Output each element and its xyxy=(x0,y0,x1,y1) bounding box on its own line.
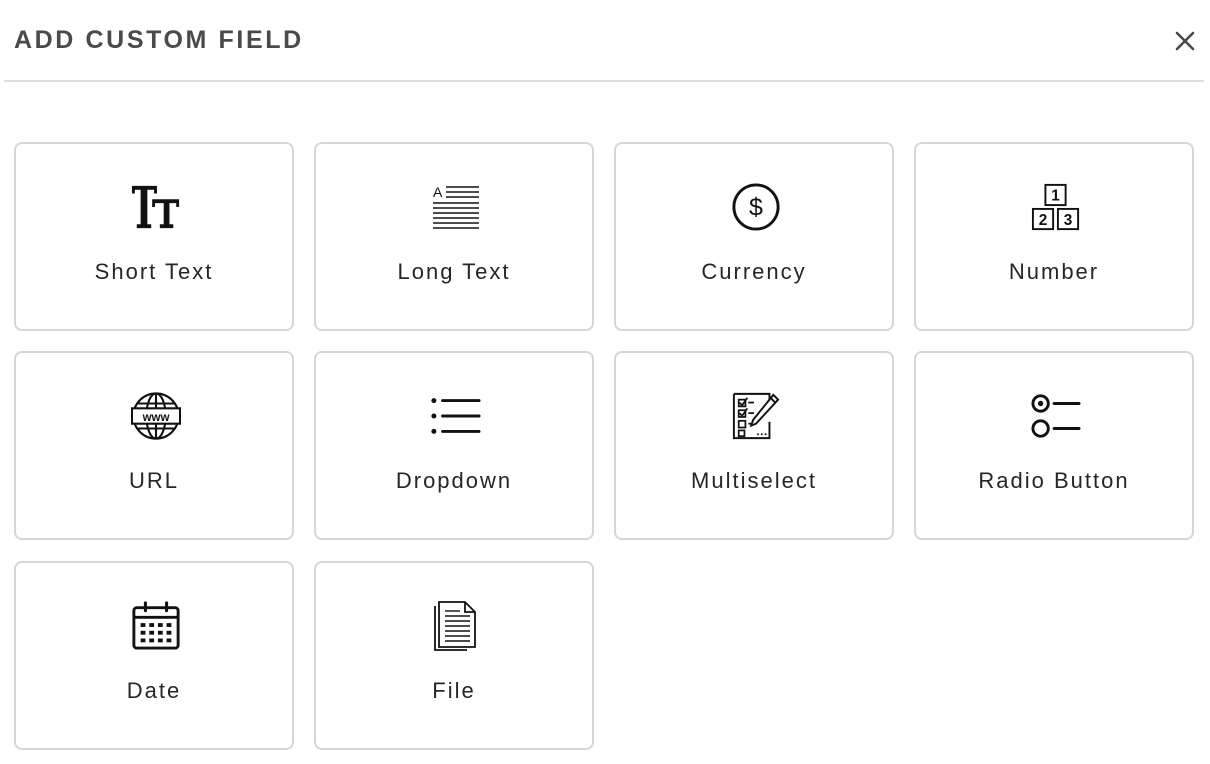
field-card-url[interactable]: www URL xyxy=(14,351,294,540)
field-card-number[interactable]: 1 2 3 Number xyxy=(914,142,1194,331)
globe-www-icon: www xyxy=(131,391,181,441)
radio-options-icon xyxy=(1031,391,1081,441)
field-label: URL xyxy=(128,468,179,493)
svg-text:3: 3 xyxy=(1064,212,1073,229)
field-card-dropdown[interactable]: Dropdown xyxy=(314,351,594,540)
field-card-long-text[interactable]: A Long Text xyxy=(314,142,594,331)
svg-text:$: $ xyxy=(749,194,763,222)
field-label: Short Text xyxy=(94,259,214,284)
field-card-file[interactable]: File xyxy=(314,561,594,750)
svg-text:2: 2 xyxy=(1039,212,1048,229)
dollar-circle-icon: $ xyxy=(731,182,781,232)
field-label: Multiselect xyxy=(691,468,817,493)
field-label: Radio Button xyxy=(978,468,1130,493)
dialog-header: ADD CUSTOM FIELD xyxy=(4,0,1204,82)
field-label: Currency xyxy=(701,259,807,284)
field-card-short-text[interactable]: Short Text xyxy=(14,142,294,331)
add-custom-field-dialog: ADD CUSTOM FIELD Short Text A Long Text … xyxy=(0,0,1210,764)
field-label: Long Text xyxy=(397,259,511,284)
field-card-date[interactable]: Date xyxy=(14,561,294,750)
dialog-title: ADD CUSTOM FIELD xyxy=(14,26,304,54)
paragraph-text-icon: A xyxy=(431,182,481,232)
field-label: File xyxy=(432,678,476,703)
number-blocks-icon: 1 2 3 xyxy=(1031,182,1081,232)
svg-text:www: www xyxy=(142,412,170,424)
field-label: Dropdown xyxy=(395,468,513,493)
field-label: Date xyxy=(126,678,182,703)
close-icon xyxy=(1175,31,1195,51)
field-card-currency[interactable]: $ Currency xyxy=(614,142,894,331)
field-card-radio-button[interactable]: Radio Button xyxy=(914,351,1194,540)
text-size-icon xyxy=(131,182,181,232)
checklist-pencil-icon xyxy=(731,391,781,441)
field-label: Number xyxy=(1008,259,1100,284)
calendar-icon xyxy=(131,601,181,651)
field-card-multiselect[interactable]: Multiselect xyxy=(614,351,894,540)
document-icon xyxy=(431,601,481,651)
svg-text:A: A xyxy=(433,184,443,200)
close-button[interactable] xyxy=(1172,28,1198,54)
bulleted-list-icon xyxy=(431,391,481,441)
svg-text:1: 1 xyxy=(1051,188,1060,205)
